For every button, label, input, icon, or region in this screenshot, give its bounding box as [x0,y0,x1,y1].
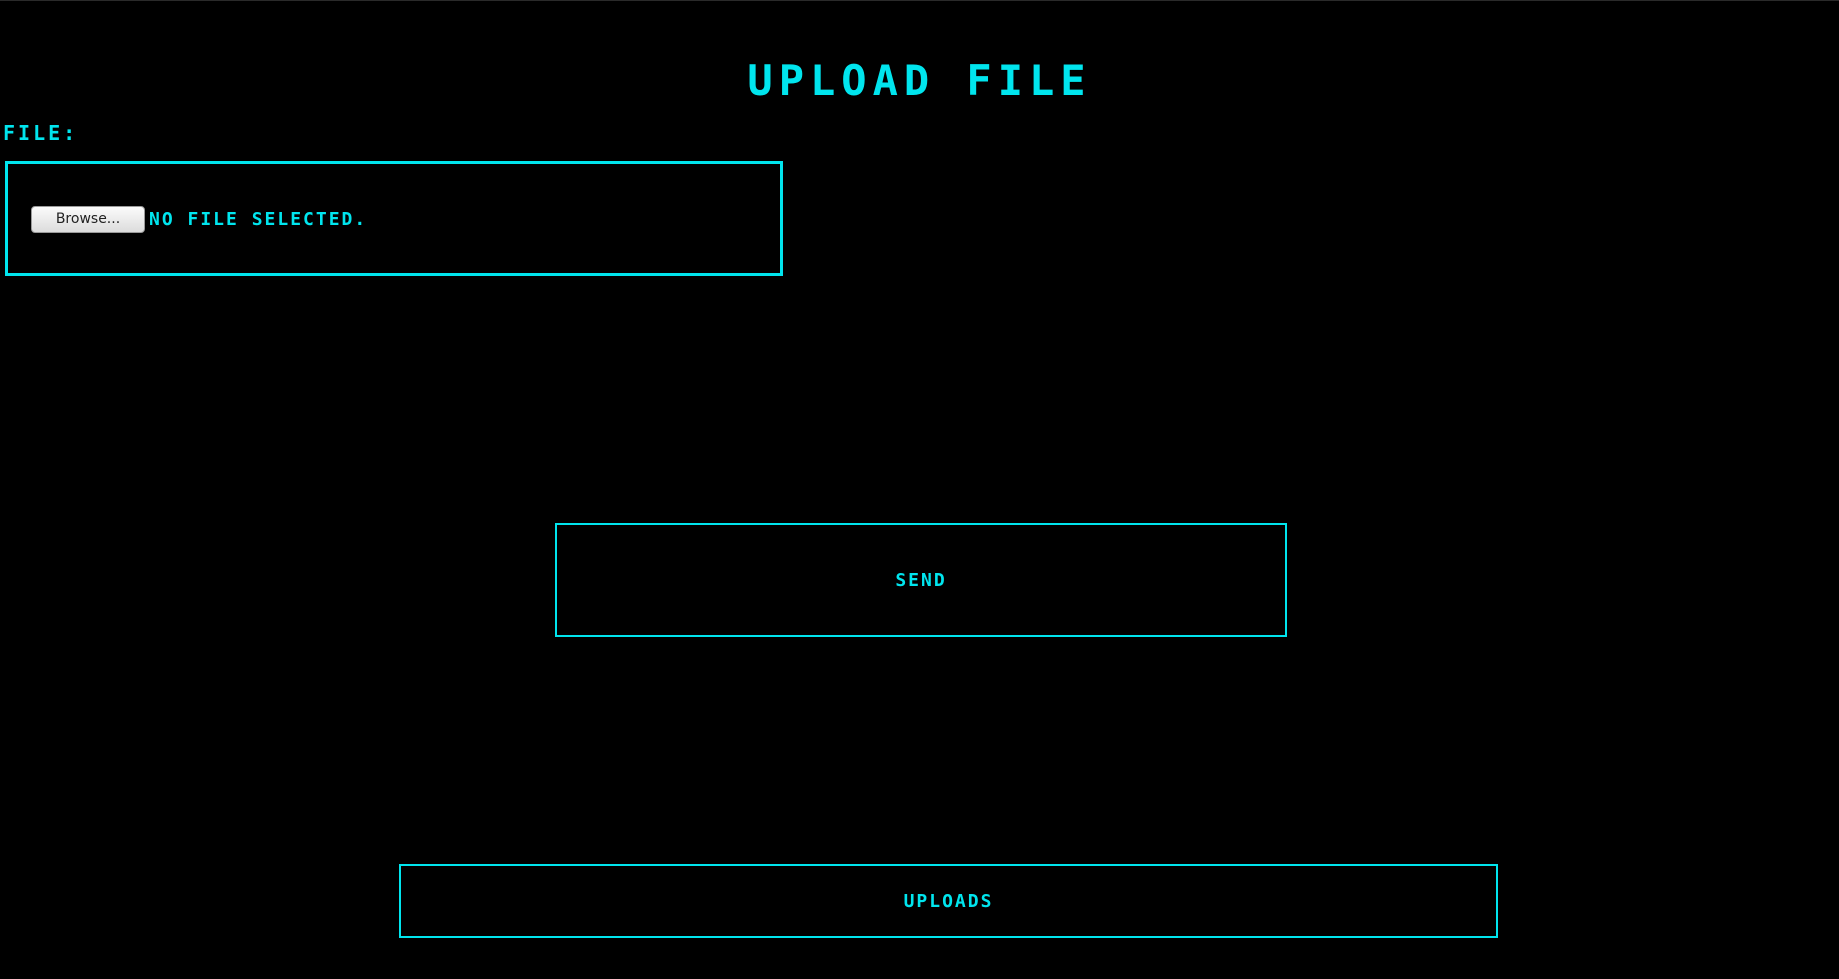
file-field-label: FILE: [3,121,79,145]
page-title: UPLOAD FILE [747,56,1092,106]
uploads-link-button[interactable]: UPLOADS [399,864,1498,938]
send-button[interactable]: SEND [555,523,1287,637]
browse-button[interactable]: Browse... [31,206,145,233]
file-status-text: NO FILE SELECTED. [149,209,368,230]
file-input-box[interactable]: Browse... NO FILE SELECTED. [5,161,783,276]
